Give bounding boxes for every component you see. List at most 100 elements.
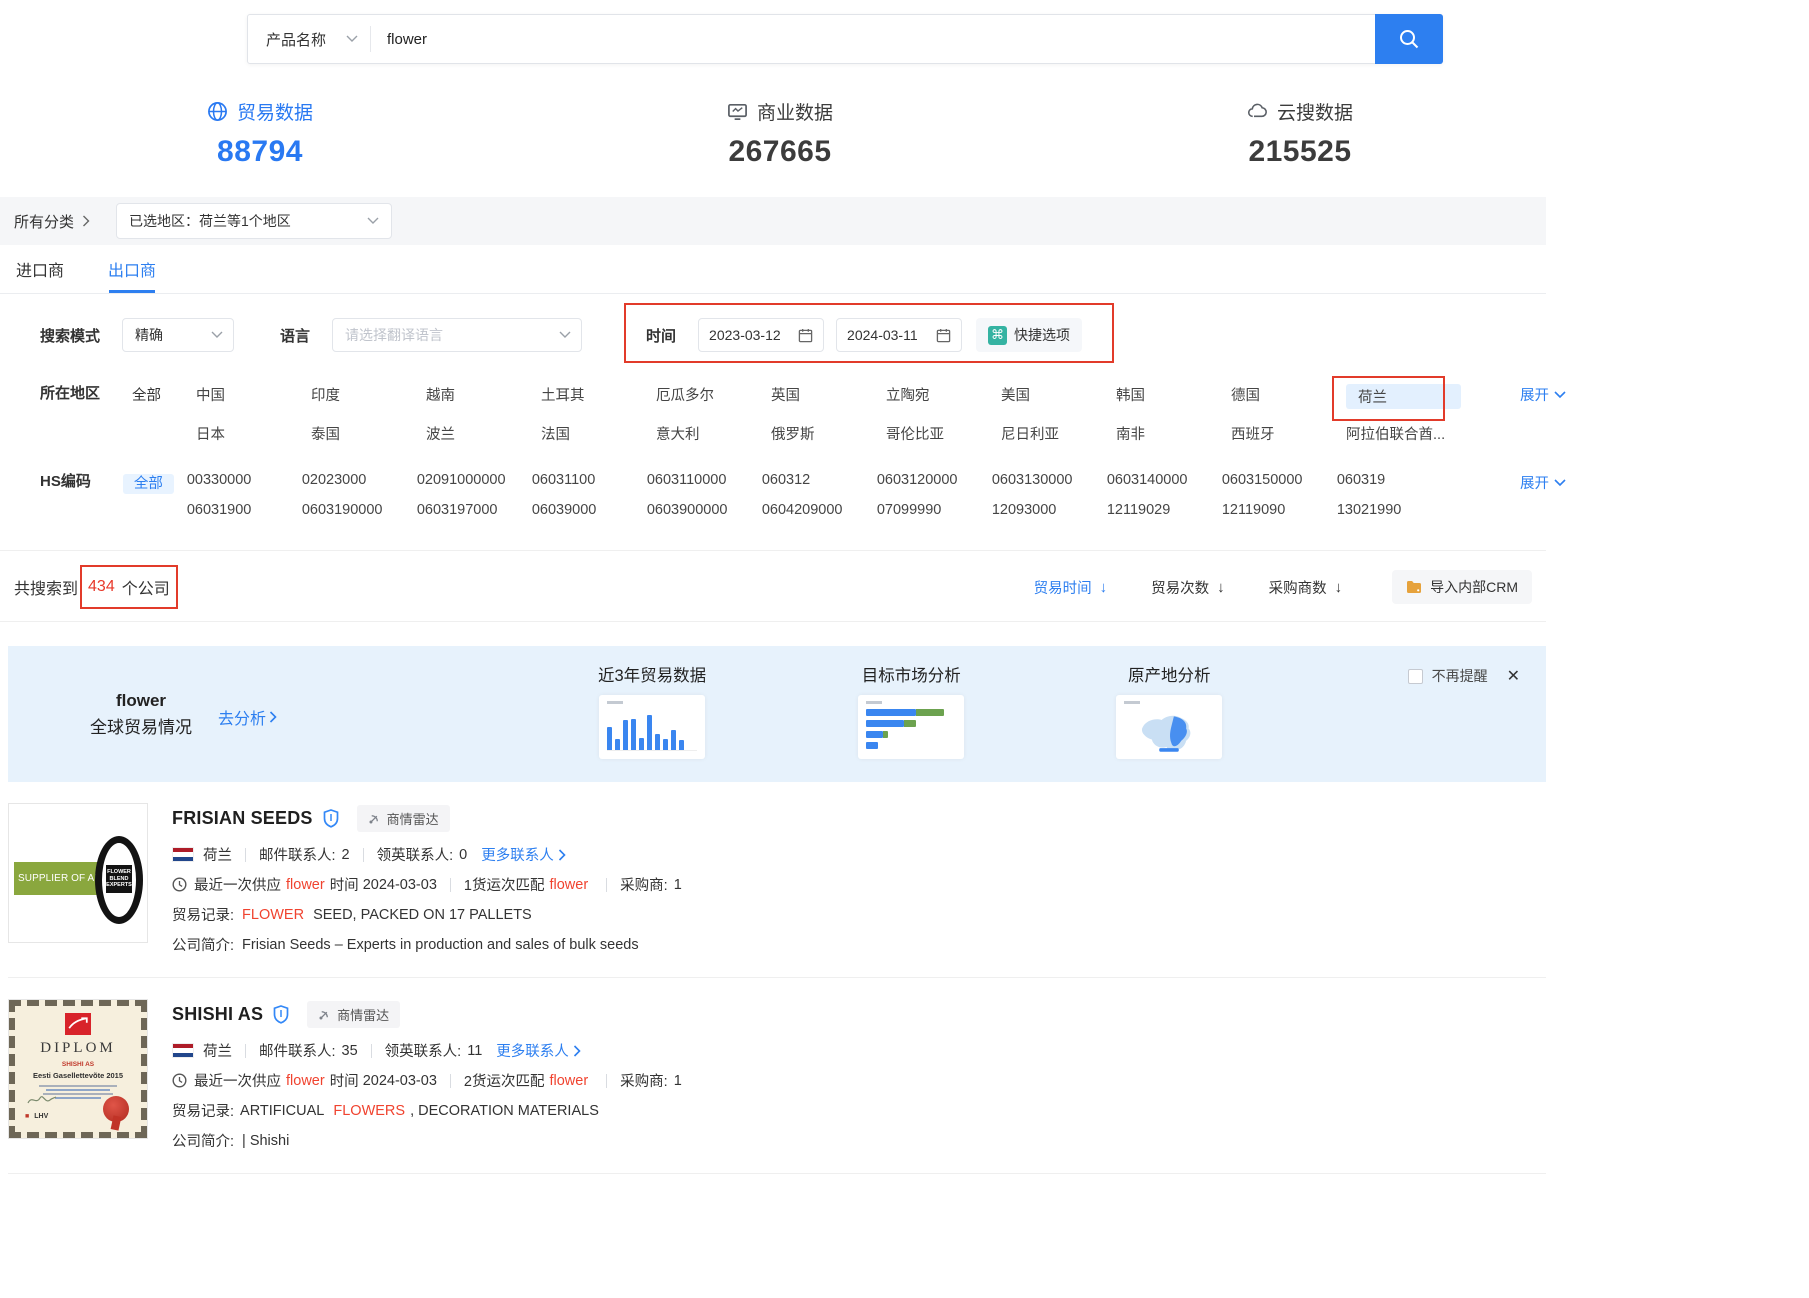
region-option[interactable]: 英国 [771, 382, 886, 405]
region-option[interactable]: 阿拉伯联合酋... [1346, 421, 1461, 444]
time-word: 时间 [330, 1070, 359, 1091]
stat-cloud-search-data[interactable]: 云搜数据 215525 [1040, 98, 1560, 169]
hs-code-option[interactable]: 06031900 [187, 500, 302, 518]
go-analyze-link[interactable]: 去分析 [218, 705, 277, 729]
banner-subtitle: 全球贸易情况 [90, 714, 192, 741]
hs-code-option[interactable]: 060319 [1337, 470, 1452, 488]
region-option[interactable]: 波兰 [426, 421, 541, 444]
region-option[interactable]: 印度 [311, 382, 426, 405]
verified-shield-icon[interactable] [323, 809, 339, 828]
company-logo[interactable]: DIPLOM SHISHI AS Eesti Gasellettevõte 20… [8, 999, 148, 1139]
region-option[interactable]: 土耳其 [541, 382, 656, 405]
search-category-dropdown[interactable]: 产品名称 [248, 15, 370, 63]
close-icon[interactable]: ✕ [1507, 666, 1520, 686]
hs-code-option[interactable]: 0604209000 [762, 500, 877, 518]
hs-code-option[interactable]: 060312 [762, 470, 877, 488]
region-expand-link[interactable]: 展开 [1520, 382, 1566, 405]
breadcrumb[interactable]: 所有分类 [14, 211, 90, 232]
region-option[interactable]: 美国 [1001, 382, 1116, 405]
trade-record-highlight: FLOWERS [333, 1103, 405, 1119]
sort-trade-count[interactable]: 贸易次数 ↓ [1151, 577, 1225, 598]
certificate-footer-logos: ■LHV [25, 1113, 48, 1120]
dont-remind-checkbox[interactable] [1408, 669, 1423, 684]
region-option[interactable]: 泰国 [311, 421, 426, 444]
hs-code-option[interactable]: 07099990 [877, 500, 992, 518]
thumb-trade-3years[interactable]: 近3年贸易数据 [598, 662, 706, 759]
verified-shield-icon[interactable] [273, 1005, 289, 1024]
clock-icon [172, 1073, 187, 1088]
hs-code-option[interactable]: 0603130000 [992, 470, 1107, 488]
hs-code-option[interactable]: 00330000 [187, 470, 302, 488]
time-word: 时间 [330, 874, 359, 895]
netherlands-flag-icon [172, 847, 194, 862]
trade-data-search-page: 产品名称 贸易数据 88794 商业数据 267665 [0, 0, 1809, 1174]
import-crm-button[interactable]: 导入内部CRM [1392, 570, 1532, 604]
tab-exporter[interactable]: 出口商 [106, 245, 158, 293]
region-option[interactable]: 韩国 [1116, 382, 1231, 405]
hs-expand-link[interactable]: 展开 [1520, 470, 1566, 493]
date-to-input[interactable]: 2024-03-11 [836, 318, 962, 352]
business-radar-badge[interactable]: 商情雷达 [307, 1001, 400, 1028]
more-contacts-link[interactable]: 更多联系人 [496, 1040, 581, 1061]
quick-options-button[interactable]: ⌘ 快捷选项 [976, 318, 1082, 352]
hs-code-option[interactable]: 0603190000 [302, 500, 417, 518]
search-button[interactable] [1375, 14, 1443, 64]
company-logo[interactable]: SUPPLIER OF ALL SEEDS FLOWER BLEND EXPER… [8, 803, 148, 943]
region-option-all[interactable]: 全部 [132, 382, 196, 405]
language-select[interactable]: 请选择翻译语言 [332, 318, 582, 352]
business-radar-badge[interactable]: 商情雷达 [357, 805, 450, 832]
company-name[interactable]: SHISHI AS [172, 1004, 263, 1025]
hs-code-option[interactable]: 02023000 [302, 470, 417, 488]
stat-trade-data[interactable]: 贸易数据 88794 [0, 98, 520, 169]
banner-dismiss-group: 不再提醒 ✕ [1408, 666, 1520, 686]
hs-code-option[interactable]: 12119090 [1222, 500, 1337, 518]
hs-code-option[interactable]: 02091000000 [417, 470, 532, 488]
search-mode-label: 搜索模式 [40, 325, 100, 346]
hs-code-option[interactable]: 0603197000 [417, 500, 532, 518]
region-option[interactable]: 厄瓜多尔 [656, 382, 771, 405]
region-option[interactable]: 意大利 [656, 421, 771, 444]
company-name[interactable]: FRISIAN SEEDS [172, 808, 313, 829]
hs-code-option[interactable]: 06039000 [532, 500, 647, 518]
selected-region-dropdown[interactable]: 已选地区：荷兰等1个地区 [116, 203, 392, 239]
sort-buyer-count[interactable]: 采购商数 ↓ [1269, 577, 1343, 598]
region-option[interactable]: 哥伦比亚 [886, 421, 1001, 444]
last-supply-label: 最近一次供应 [194, 874, 281, 895]
more-contacts-link[interactable]: 更多联系人 [481, 844, 566, 865]
region-option[interactable]: 西班牙 [1231, 421, 1346, 444]
keyword-highlight: flower [286, 877, 325, 893]
hs-code-option[interactable]: 0603900000 [647, 500, 762, 518]
hs-option-all[interactable]: 全部 [123, 474, 174, 494]
hs-code-option[interactable]: 13021990 [1337, 500, 1452, 518]
hs-code-option[interactable]: 06031100 [532, 470, 647, 488]
tab-importer[interactable]: 进口商 [14, 245, 66, 293]
hs-code-option[interactable]: 12119029 [1107, 500, 1222, 518]
search-mode-select[interactable]: 精确 [122, 318, 234, 352]
hs-code-option[interactable]: 0603120000 [877, 470, 992, 488]
divider [606, 1074, 607, 1088]
region-row-2: 日本泰国波兰法国意大利俄罗斯哥伦比亚尼日利亚南非西班牙阿拉伯联合酋... [196, 421, 1520, 444]
chevron-right-icon [269, 711, 277, 723]
region-option[interactable]: 南非 [1116, 421, 1231, 444]
thumb-target-market[interactable]: 目标市场分析 [858, 662, 964, 759]
date-from-input[interactable]: 2023-03-12 [698, 318, 824, 352]
region-option[interactable]: 中国 [196, 382, 311, 405]
region-option-selected-wrap: 荷兰 [1346, 382, 1461, 409]
region-option[interactable]: 立陶宛 [886, 382, 1001, 405]
stat-business-data[interactable]: 商业数据 267665 [520, 98, 1040, 169]
region-option-netherlands[interactable]: 荷兰 [1346, 384, 1461, 409]
sort-trade-time[interactable]: 贸易时间 ↓ [1034, 577, 1108, 598]
region-option[interactable]: 德国 [1231, 382, 1346, 405]
hs-code-option[interactable]: 0603140000 [1107, 470, 1222, 488]
hs-code-option[interactable]: 0603150000 [1222, 470, 1337, 488]
region-option[interactable]: 日本 [196, 421, 311, 444]
region-option[interactable]: 尼日利亚 [1001, 421, 1116, 444]
region-option[interactable]: 越南 [426, 382, 541, 405]
thumb-origin-analysis[interactable]: 原产地分析 [1116, 662, 1222, 759]
hs-code-option[interactable]: 0603110000 [647, 470, 762, 488]
region-option[interactable]: 法国 [541, 421, 656, 444]
region-option[interactable]: 俄罗斯 [771, 421, 886, 444]
search-input[interactable] [371, 15, 1375, 63]
hs-code-option[interactable]: 12093000 [992, 500, 1107, 518]
supply-date: 2024-03-03 [363, 877, 437, 893]
